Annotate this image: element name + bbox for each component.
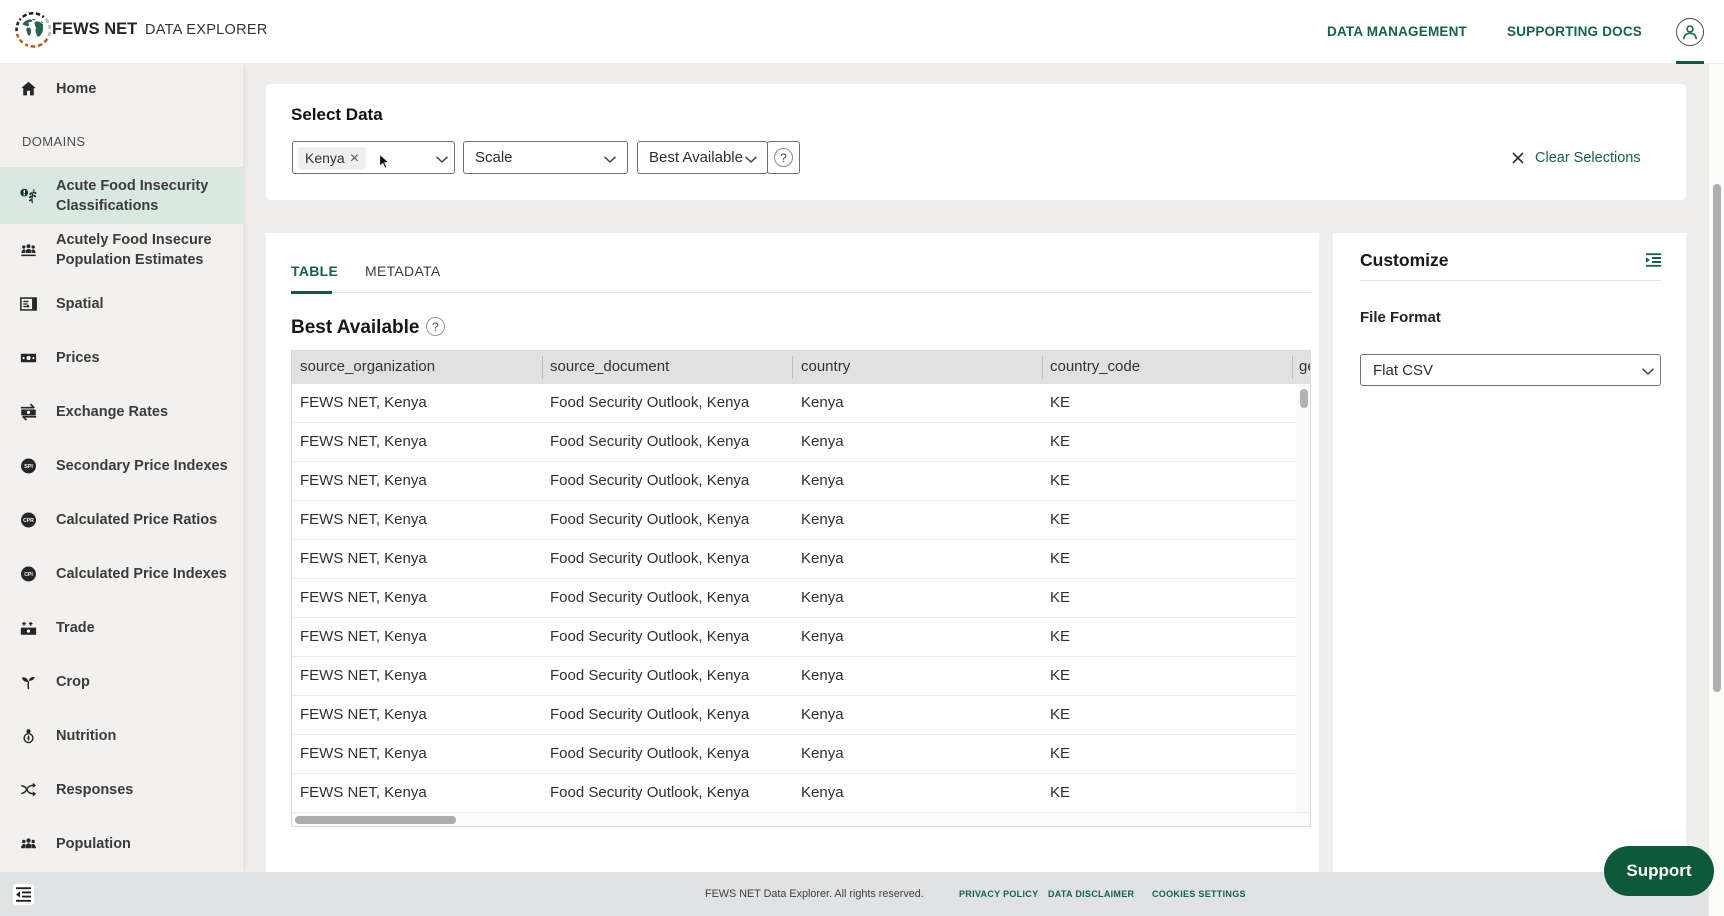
svg-text:SPI: SPI	[24, 464, 33, 470]
svg-text:CPI: CPI	[24, 572, 33, 578]
svg-text:CPR: CPR	[23, 518, 34, 524]
